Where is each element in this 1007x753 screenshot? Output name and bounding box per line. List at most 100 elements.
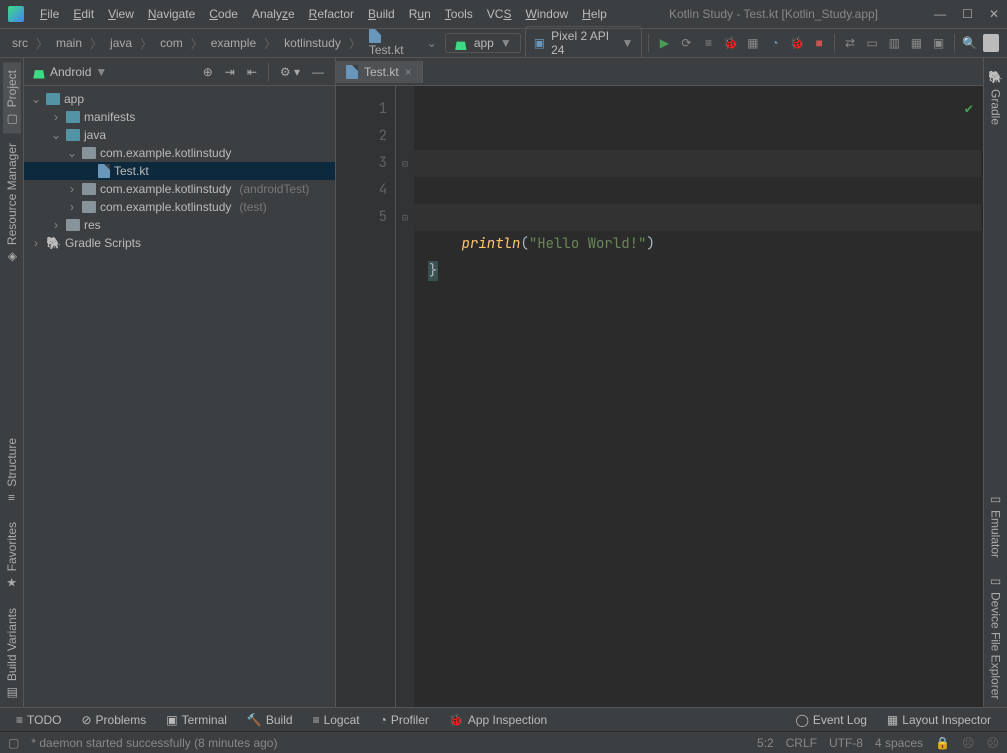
ide-errors-icon[interactable]: ☹	[962, 736, 975, 750]
breadcrumb[interactable]: kotlinstudy	[280, 34, 345, 52]
main-menu: File Edit View Navigate Code Analyze Ref…	[34, 3, 613, 25]
android-studio-logo-icon	[8, 6, 24, 22]
left-tool-stripe: ▢Project ◈Resource Manager ≡Structure ★F…	[0, 58, 24, 707]
menu-help[interactable]: Help	[576, 3, 613, 25]
menu-view[interactable]: View	[102, 3, 140, 25]
search-icon[interactable]: 🔍	[960, 33, 978, 53]
file-encoding[interactable]: UTF-8	[829, 736, 863, 750]
tool-tab-app-inspection[interactable]: 🐞App Inspection	[441, 711, 555, 729]
tool-tab-logcat[interactable]: ≡Logcat	[305, 711, 368, 729]
breadcrumb[interactable]: src	[8, 34, 32, 52]
tree-node-file-test[interactable]: Test.kt	[24, 162, 335, 180]
event-log-icon: ◯	[795, 713, 808, 727]
avd-manager-icon[interactable]: ▭	[863, 33, 881, 53]
status-bar: ▢ * daemon started successfully (8 minut…	[0, 731, 1007, 753]
tool-tab-project[interactable]: ▢Project	[3, 62, 21, 133]
select-opened-file-icon[interactable]: ⊕	[200, 65, 216, 79]
tool-tab-event-log[interactable]: ◯Event Log	[787, 711, 874, 729]
tool-tab-terminal[interactable]: ▣Terminal	[158, 711, 235, 729]
close-tab-icon[interactable]: ×	[405, 65, 412, 79]
minimize-icon[interactable]: —	[934, 7, 946, 21]
breadcrumb[interactable]: com	[156, 34, 187, 52]
menu-refactor[interactable]: Refactor	[303, 3, 360, 25]
readonly-lock-icon[interactable]: 🔒	[935, 736, 950, 750]
gradle-icon: 🐘	[46, 236, 61, 250]
nav-toolbar: src〉 main〉 java〉 com〉 example〉 kotlinstu…	[0, 28, 1007, 58]
menu-edit[interactable]: Edit	[67, 3, 100, 25]
device-icon: ▣	[534, 36, 545, 50]
tool-tab-favorites[interactable]: ★Favorites	[3, 514, 21, 597]
tree-node-gradle-scripts[interactable]: ›🐘Gradle Scripts	[24, 234, 335, 252]
layout-inspector-icon[interactable]: ▣	[929, 33, 947, 53]
project-view-dropdown[interactable]: Android ▼	[32, 65, 194, 79]
breadcrumb[interactable]: java	[106, 34, 136, 52]
code-editor[interactable]: 1 2 ▶3 4 5 ⊟ ⊟ ✔package com.example.kotl…	[336, 86, 983, 707]
avatar[interactable]	[983, 34, 999, 52]
device-dropdown[interactable]: ▣ Pixel 2 API 24 ▼	[525, 26, 643, 60]
stop-button[interactable]: ■	[810, 33, 828, 53]
apply-code-icon[interactable]: ≡	[699, 33, 717, 53]
tree-node-java[interactable]: ⌄java	[24, 126, 335, 144]
tool-tab-todo[interactable]: ≡TODO	[8, 711, 69, 729]
apply-changes-icon[interactable]: ⟳	[677, 33, 695, 53]
editor-tab-test[interactable]: Test.kt ×	[336, 61, 423, 83]
fold-gutter[interactable]: ⊟ ⊟	[396, 86, 414, 707]
tree-node-package-androidtest[interactable]: ›com.example.kotlinstudy(androidTest)	[24, 180, 335, 198]
menu-window[interactable]: Window	[519, 3, 574, 25]
expand-all-icon[interactable]: ⇥	[222, 65, 238, 79]
close-icon[interactable]: ✕	[989, 7, 999, 21]
tree-node-res[interactable]: ›res	[24, 216, 335, 234]
menu-analyze[interactable]: Analyze	[246, 3, 301, 25]
tree-node-app[interactable]: ⌄app	[24, 90, 335, 108]
tool-tab-emulator[interactable]: ▭Emulator	[987, 484, 1005, 566]
android-icon	[32, 65, 46, 79]
debug-button[interactable]: 🐞	[722, 33, 740, 53]
right-tool-stripe: 🐘Gradle ▭Emulator ▭Device File Explorer	[983, 58, 1007, 707]
maximize-icon[interactable]: ☐	[962, 7, 973, 21]
memory-indicator-icon[interactable]: ☹	[986, 736, 999, 750]
resource-manager-icon[interactable]: ▦	[907, 33, 925, 53]
tool-tab-device-file-explorer[interactable]: ▭Device File Explorer	[987, 566, 1005, 707]
kotlin-file-icon	[346, 65, 358, 79]
code-content[interactable]: ✔package com.example.kotlinstudy fun mai…	[414, 86, 983, 707]
indent-setting[interactable]: 4 spaces	[875, 736, 923, 750]
tool-tab-build[interactable]: 🔨Build	[239, 711, 301, 729]
line-gutter[interactable]: 1 2 ▶3 4 5	[336, 86, 396, 707]
sync-gradle-icon[interactable]: ⇄	[841, 33, 859, 53]
collapse-all-icon[interactable]: ⇤	[244, 65, 260, 79]
tool-tab-resource-manager[interactable]: ◈Resource Manager	[3, 135, 21, 271]
tool-tab-gradle[interactable]: 🐘Gradle	[987, 62, 1005, 133]
run-button[interactable]: ▶	[655, 33, 673, 53]
tool-tab-profiler[interactable]: ◔Profiler	[372, 711, 437, 729]
status-icon[interactable]: ▢	[8, 736, 19, 750]
tree-node-package[interactable]: ⌄com.example.kotlinstudy	[24, 144, 335, 162]
breadcrumb[interactable]: Test.kt	[365, 27, 419, 60]
logcat-icon: ≡	[313, 713, 320, 727]
menu-run[interactable]: Run	[403, 3, 437, 25]
coverage-icon[interactable]: ▦	[744, 33, 762, 53]
attach-debugger-icon[interactable]: 🐞	[788, 33, 806, 53]
tool-tab-problems[interactable]: ⊘Problems	[73, 711, 154, 729]
menu-tools[interactable]: Tools	[439, 3, 479, 25]
menu-code[interactable]: Code	[203, 3, 244, 25]
run-config-dropdown[interactable]: app ▼	[445, 33, 521, 53]
tool-tab-structure[interactable]: ≡Structure	[3, 430, 21, 513]
menu-vcs[interactable]: VCS	[481, 3, 518, 25]
menu-build[interactable]: Build	[362, 3, 401, 25]
profile-icon[interactable]: ◔	[766, 33, 784, 53]
line-ending[interactable]: CRLF	[786, 736, 817, 750]
sdk-manager-icon[interactable]: ▥	[885, 33, 903, 53]
tool-tab-layout-inspector[interactable]: ▦Layout Inspector	[879, 711, 999, 729]
settings-icon[interactable]: ⚙ ▾	[277, 65, 303, 79]
breadcrumb[interactable]: example	[207, 34, 260, 52]
tree-node-manifests[interactable]: ›manifests	[24, 108, 335, 126]
menu-file[interactable]: File	[34, 3, 65, 25]
inspection-ok-icon[interactable]: ✔	[965, 96, 973, 123]
breadcrumb[interactable]: main	[52, 34, 86, 52]
cursor-position[interactable]: 5:2	[757, 736, 774, 750]
tree-node-package-test[interactable]: ›com.example.kotlinstudy(test)	[24, 198, 335, 216]
tool-tab-build-variants[interactable]: ▤Build Variants	[3, 600, 21, 707]
hide-panel-icon[interactable]: —	[309, 65, 327, 79]
window-title: Kotlin Study - Test.kt [Kotlin_Study.app…	[613, 7, 934, 21]
menu-navigate[interactable]: Navigate	[142, 3, 201, 25]
